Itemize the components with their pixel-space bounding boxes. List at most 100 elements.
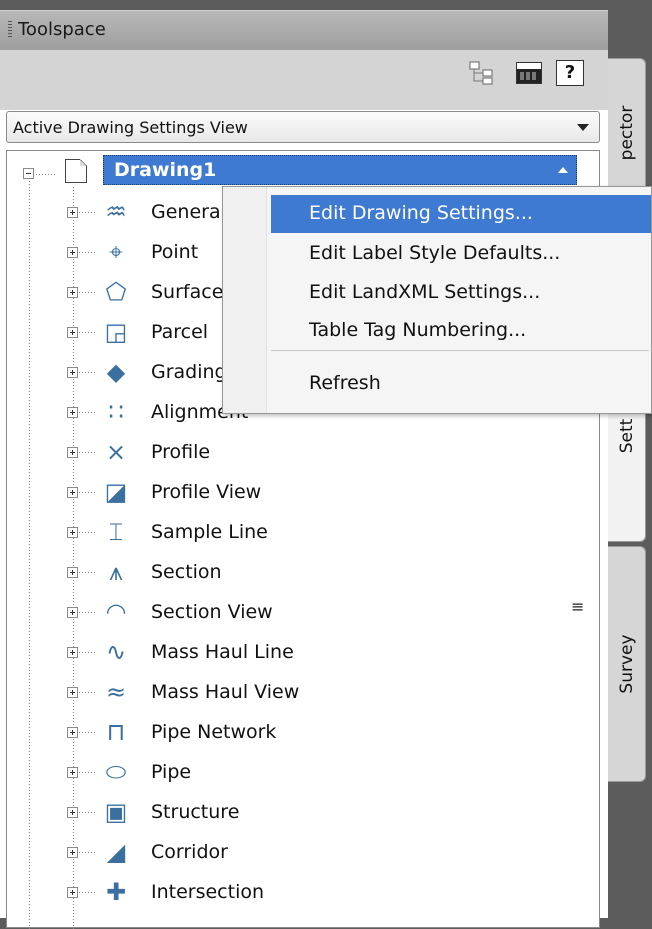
mass-haul-line-icon: ∿ (105, 638, 127, 666)
expand-toggle[interactable] (67, 527, 78, 538)
tree-item-profile[interactable]: ⨯ Profile (7, 433, 567, 473)
tree-item-section-view[interactable]: ◠ Section View (7, 593, 567, 633)
tree-item-label: Mass Haul Line (151, 641, 294, 663)
tree-item-sample-line[interactable]: ⌶ Sample Line (7, 513, 567, 553)
expand-toggle[interactable] (67, 447, 78, 458)
tree-item-label: Point (151, 241, 199, 263)
tree-connector (79, 732, 97, 733)
tree-item-section[interactable]: ⩚ Section (7, 553, 567, 593)
menu-item-edit-drawing-settings[interactable]: Edit Drawing Settings... (271, 195, 651, 233)
point-icon: ⌖ (109, 238, 123, 266)
pipe-icon: ⬭ (105, 758, 127, 786)
expand-toggle[interactable] (67, 407, 78, 418)
tree-connector (79, 532, 97, 533)
tree-view-icon[interactable] (468, 60, 496, 86)
menu-item-label: Edit Label Style Defaults... (309, 242, 561, 264)
expand-toggle[interactable] (67, 287, 78, 298)
menu-item-label: Edit LandXML Settings... (309, 281, 541, 303)
tree-connector (79, 372, 97, 373)
tree-connector (79, 212, 97, 213)
expand-toggle[interactable] (67, 807, 78, 818)
expand-toggle[interactable] (67, 687, 78, 698)
corridor-icon: ◢ (106, 838, 126, 866)
expand-toggle[interactable] (67, 847, 78, 858)
scroll-grip-icon[interactable]: ≡ (571, 597, 584, 616)
tree-item-label: Pipe (151, 761, 192, 783)
tree-item-intersection[interactable]: ✚ Intersection (7, 873, 567, 913)
tree-item-label: Section View (151, 601, 273, 623)
toolspace-toolbar: ? (0, 50, 608, 110)
tree-connector (79, 692, 97, 693)
menu-separator (271, 350, 649, 351)
tree-connector (79, 292, 97, 293)
tree-item-label: Surface (151, 281, 224, 303)
tree-item-label: Sample Line (151, 521, 268, 543)
tree-item-label: Parcel (151, 321, 209, 343)
context-menu-gutter (223, 187, 267, 413)
tree-item-pipe-network[interactable]: ⊓ Pipe Network (7, 713, 567, 753)
tree-item-mass-haul-view[interactable]: ≈ Mass Haul View (7, 673, 567, 713)
menu-item-refresh[interactable]: Refresh (271, 365, 651, 403)
tree-item-label: Section (151, 561, 222, 583)
structure-icon: ▣ (104, 798, 128, 826)
profile-icon: ⨯ (105, 438, 127, 466)
toolspace-palette: Toolspace ? Active Drawing Settings View… (0, 10, 608, 929)
drag-grip-icon[interactable] (8, 21, 12, 39)
menu-item-edit-label-style-defaults[interactable]: Edit Label Style Defaults... (271, 235, 651, 273)
chevron-down-icon[interactable] (577, 124, 589, 131)
help-button[interactable]: ? (556, 60, 584, 86)
tree-connector (79, 612, 97, 613)
tree-connector (79, 892, 97, 893)
expand-toggle[interactable] (67, 647, 78, 658)
toolspace-titlebar[interactable]: Toolspace (0, 10, 608, 50)
toolspace-title: Toolspace (18, 19, 106, 40)
tree-item-label: Intersection (151, 881, 265, 903)
menu-item-label: Table Tag Numbering... (309, 319, 527, 341)
tab-survey-label: Survey (616, 634, 637, 694)
tree-item-structure[interactable]: ▣ Structure (7, 793, 567, 833)
tab-prospector-label: pector (616, 105, 637, 161)
tab-survey[interactable]: Survey (608, 546, 646, 782)
expand-toggle[interactable] (67, 367, 78, 378)
tree-connector (79, 332, 97, 333)
general-icon: ♒ (105, 198, 127, 226)
expand-toggle[interactable] (67, 487, 78, 498)
tree-connector (79, 492, 97, 493)
tree-root-selection[interactable]: Drawing1 (103, 155, 577, 185)
side-tab-strip: pector Sett Survey (608, 10, 652, 918)
tab-settings-label: Sett (616, 418, 637, 454)
grid-view-icon[interactable] (516, 62, 542, 84)
tree-item-pipe[interactable]: ⬭ Pipe (7, 753, 567, 793)
expand-toggle[interactable] (67, 327, 78, 338)
tree-item-label: General (151, 201, 226, 223)
view-select-dropdown[interactable]: Active Drawing Settings View (6, 111, 600, 143)
expand-toggle[interactable] (67, 207, 78, 218)
tree-item-corridor[interactable]: ◢ Corridor (7, 833, 567, 873)
tree-connector (79, 412, 97, 413)
tree-root-label: Drawing1 (114, 159, 217, 181)
menu-item-table-tag-numbering[interactable]: Table Tag Numbering... (271, 312, 651, 350)
expand-toggle[interactable] (67, 767, 78, 778)
tree-connector (79, 772, 97, 773)
tree-item-profile-view[interactable]: ◪ Profile View (7, 473, 567, 513)
menu-item-edit-landxml-settings[interactable]: Edit LandXML Settings... (271, 274, 651, 312)
menu-item-label: Refresh (309, 372, 381, 394)
expand-toggle[interactable] (67, 887, 78, 898)
expand-toggle[interactable] (67, 247, 78, 258)
parcel-icon: ◲ (104, 318, 128, 346)
tree-item-label: Pipe Network (151, 721, 277, 743)
chevron-up-icon (558, 167, 568, 173)
section-view-icon: ◠ (105, 598, 127, 626)
drawing-icon (65, 159, 87, 183)
expand-toggle[interactable] (67, 607, 78, 618)
expand-toggle[interactable] (67, 567, 78, 578)
expand-toggle[interactable] (67, 727, 78, 738)
tree-connector (79, 452, 97, 453)
tree-item-mass-haul-line[interactable]: ∿ Mass Haul Line (7, 633, 567, 673)
tree-connector (79, 652, 97, 653)
view-select-value: Active Drawing Settings View (13, 118, 248, 137)
section-icon: ⩚ (109, 558, 123, 586)
tree-item-label: Mass Haul View (151, 681, 300, 703)
intersection-icon: ✚ (105, 878, 127, 906)
tree-connector (79, 812, 97, 813)
